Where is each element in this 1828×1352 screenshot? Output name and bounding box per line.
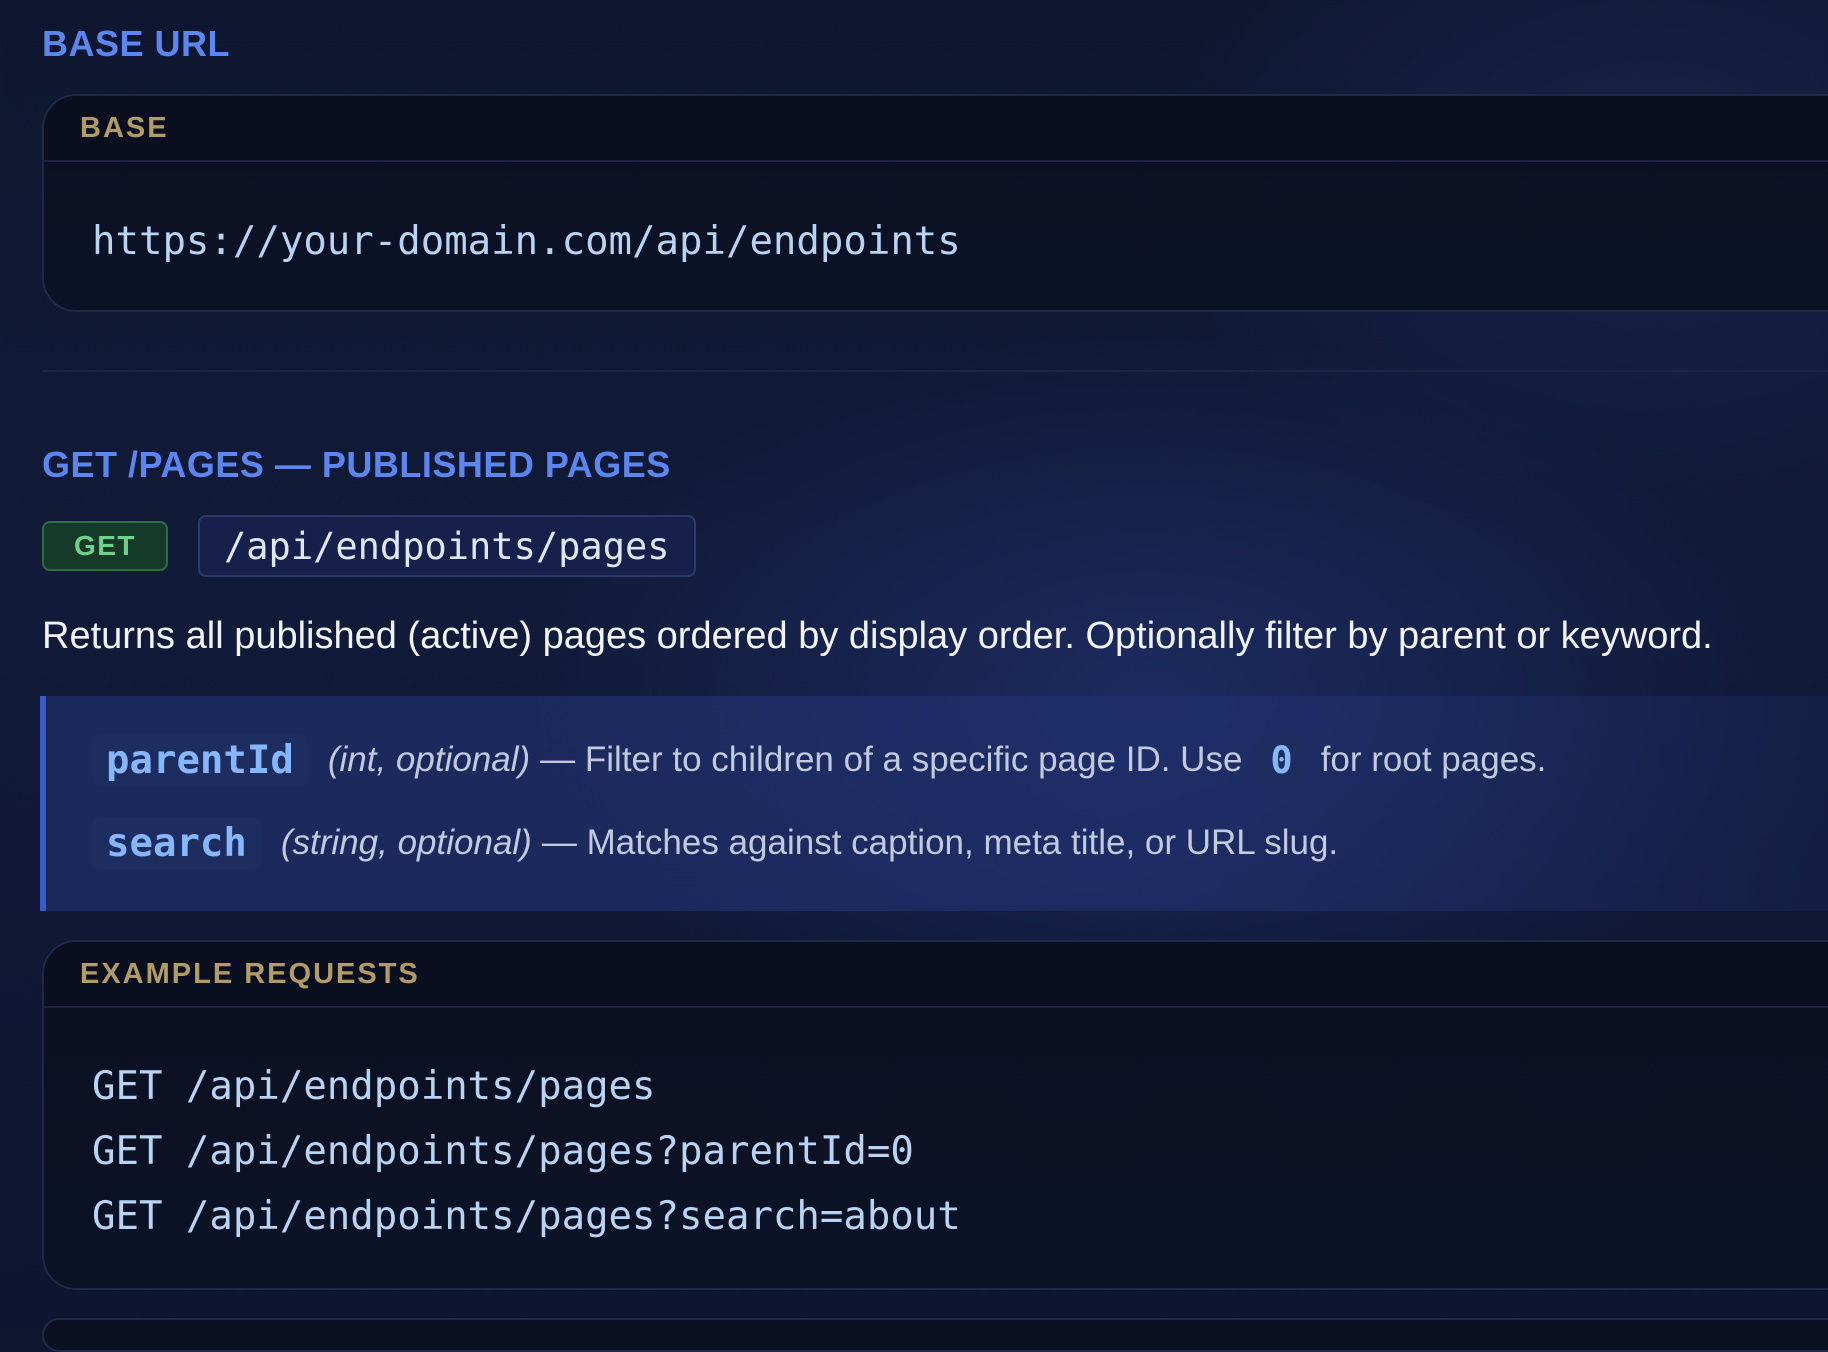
base-url-heading: BASE URL [42, 23, 231, 64]
param-type: (int, optional) [327, 740, 531, 779]
base-card-label: BASE [80, 111, 169, 144]
base-card-body: https://your-domain.com/api/endpoints [44, 162, 1828, 274]
example-request-line[interactable]: GET /api/endpoints/pages?search=about [92, 1184, 1828, 1249]
param-row-search: search (string, optional) — Matches agai… [92, 817, 1338, 869]
example-request-line[interactable]: GET /api/endpoints/pages?parentId=0 [92, 1119, 1828, 1184]
param-description-tail: for root pages. [1320, 740, 1547, 779]
next-card-edge [42, 1318, 1828, 1352]
inline-code-value: 0 [1258, 734, 1305, 786]
param-description: — Matches against caption, meta title, o… [541, 823, 1339, 862]
examples-card-header: EXAMPLE REQUESTS [44, 942, 1828, 1008]
pages-endpoint-heading: GET /PAGES — PUBLISHED PAGES [42, 444, 671, 485]
example-request-line[interactable]: GET /api/endpoints/pages [92, 1054, 1828, 1119]
base-url-value[interactable]: https://your-domain.com/api/endpoints [92, 209, 1828, 274]
param-row-parentid: parentId (int, optional) — Filter to chi… [92, 734, 1546, 786]
parameters-box: parentId (int, optional) — Filter to chi… [40, 696, 1828, 911]
param-name: search [92, 817, 261, 869]
base-url-card: BASE https://your-domain.com/api/endpoin… [42, 94, 1828, 312]
endpoint-row: GET /api/endpoints/pages [42, 515, 696, 577]
method-badge-get: GET [42, 521, 168, 571]
param-description: — Filter to children of a specific page … [540, 740, 1243, 779]
examples-card-label: EXAMPLE REQUESTS [80, 957, 420, 990]
example-requests-card: EXAMPLE REQUESTS GET /api/endpoints/page… [42, 940, 1828, 1290]
endpoint-description: Returns all published (active) pages ord… [42, 615, 1713, 657]
examples-card-body: GET /api/endpoints/pages GET /api/endpoi… [44, 1008, 1828, 1249]
section-divider [42, 370, 1828, 372]
param-type: (string, optional) [280, 823, 532, 862]
base-card-header: BASE [44, 96, 1828, 162]
endpoint-path[interactable]: /api/endpoints/pages [198, 515, 696, 577]
param-name: parentId [92, 734, 308, 786]
